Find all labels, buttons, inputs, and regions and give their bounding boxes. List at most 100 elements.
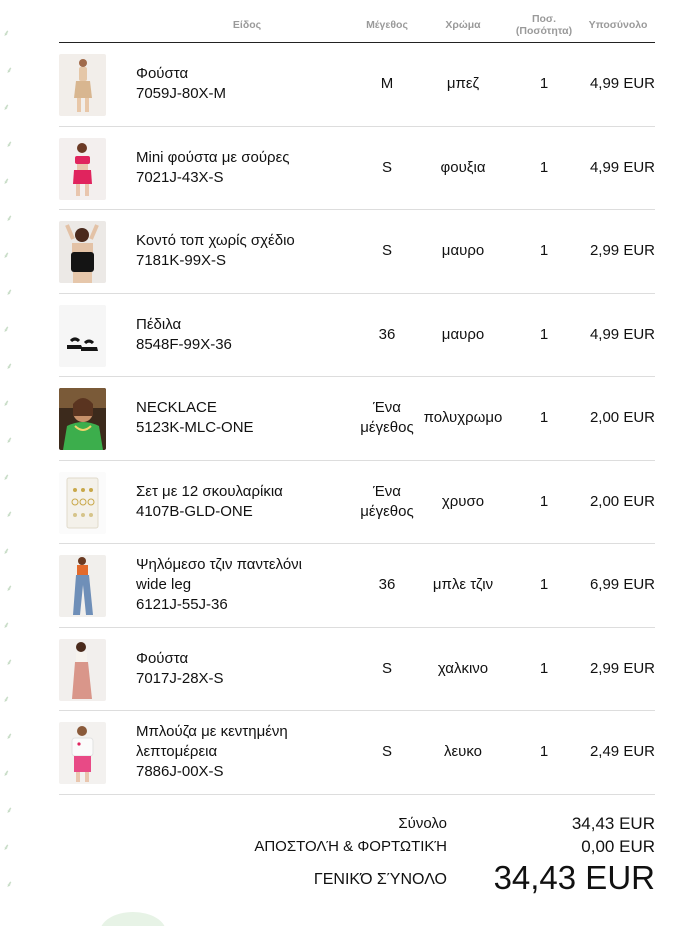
table-row: Μπλούζα με κεντημένη λεπτομέρεια 7886J-00X…	[59, 711, 655, 795]
wide-leg-jeans-photo[interactable]	[59, 555, 106, 617]
item-name-line: Κοντό τοπ χωρίς σχέδιο	[136, 232, 295, 250]
margin-leaf-icon: ⸙	[6, 509, 13, 519]
item-size: S	[349, 628, 425, 711]
item-color: μαυρο	[441, 242, 485, 260]
margin-leaf-icon: ⸙	[3, 250, 10, 260]
table-header: Είδος Μέγεθος Χρώμα Ποσ. (Ποσότητα) Υποσ…	[59, 8, 655, 43]
item-name-line: Σετ με 12 σκουλαρίκια	[136, 482, 283, 500]
grand-total-label: ΓΕΝΙΚΌ ΣΎΝΟΛΟ	[313, 871, 447, 888]
margin-leaf-icon: ⸙	[3, 620, 10, 630]
margin-leaf-icon: ⸙	[3, 842, 10, 852]
margin-leaf-icon: ⸙	[3, 472, 10, 482]
item-size-line: μέγεθος	[360, 502, 414, 520]
item-subtotal: 2,99 EUR	[589, 659, 655, 677]
item-name-line: Μπλούζα με κεντημένη	[136, 723, 288, 741]
item-sku: 7059J-80X-M	[136, 85, 227, 103]
margin-leaf-icon: ⸙	[6, 287, 13, 297]
table-row: Mini φούστα με σούρες 7021J-43X-S Sφουξια 1…	[59, 127, 655, 210]
margin-leaf-icon: ⸙	[3, 398, 10, 408]
margin-leaf-icon: ⸙	[6, 213, 13, 223]
item-sku: 5123K-MLC-ONE	[136, 419, 254, 437]
item-subtotal: 2,00 EUR	[589, 409, 655, 427]
header-quantity-full: (Ποσότητα)	[515, 25, 573, 37]
item-name-line: Mini φούστα με σούρες	[136, 148, 290, 166]
item-quantity: 1	[539, 158, 549, 176]
margin-leaf-icon: ⸙	[3, 324, 10, 334]
margin-leaf-icon: ⸙	[6, 583, 13, 593]
item-name-line: Φούστα	[136, 65, 189, 83]
item-size-line: S	[381, 659, 392, 677]
item-sku: 8548F-99X-36	[136, 335, 232, 353]
item-sku: 6121J-55J-36	[136, 596, 228, 614]
header-quantity: Ποσ. (Ποσότητα)	[507, 8, 581, 42]
black-sandals-photo[interactable]	[59, 304, 106, 367]
fuchsia-skirt-photo[interactable]	[59, 137, 106, 200]
item-name-line: Πέδιλα	[136, 315, 182, 333]
item-size-line: S	[381, 158, 392, 176]
item-subtotal: 4,99 EUR	[589, 75, 655, 93]
margin-leaf-icon: ⸙	[6, 879, 13, 889]
earrings-set-photo[interactable]	[59, 471, 106, 534]
item-sku: 7886J-00X-S	[136, 763, 224, 781]
header-quantity-abbr: Ποσ.	[531, 13, 557, 25]
sum-row: Σύνολο 34,43 EUR	[59, 812, 655, 835]
item-quantity: 1	[539, 75, 549, 93]
item-description: Πέδιλα 8548F-99X-36	[136, 294, 356, 377]
item-color: χρυσο	[441, 492, 485, 510]
item-subtotal: 2,00 EUR	[589, 492, 655, 510]
item-description: Μπλούζα με κεντημένη λεπτομέρεια 7886J-00X…	[136, 711, 356, 794]
item-size: M	[349, 43, 425, 126]
margin-leaf-icon: ⸙	[3, 102, 10, 112]
margin-leaf-icon: ⸙	[6, 139, 13, 149]
necklace-photo[interactable]	[59, 388, 106, 450]
item-color: χαλκινο	[437, 659, 489, 677]
left-margin-decoration: ⸙ ⸙ ⸙ ⸙ ⸙ ⸙ ⸙ ⸙ ⸙ ⸙ ⸙ ⸙ ⸙ ⸙ ⸙ ⸙ ⸙ ⸙ ⸙ ⸙ ⸙ ⸙ ⸙ ⸙	[0, 0, 24, 926]
item-description: Φούστα 7059J-80X-M	[136, 43, 356, 126]
item-size: S	[349, 127, 425, 210]
margin-leaf-icon: ⸙	[3, 768, 10, 778]
item-size-line: 36	[378, 325, 396, 343]
item-subtotal: 2,99 EUR	[589, 242, 655, 260]
item-color: μαυρο	[441, 325, 485, 343]
item-quantity: 1	[539, 576, 549, 594]
item-sku: 7181K-99X-S	[136, 252, 227, 270]
order-totals: Σύνολο 34,43 EUR ΑΠΟΣΤΟΛΉ & ΦΟΡΤΩΤΙΚΉ 0,…	[59, 812, 655, 902]
item-size-line: M	[380, 75, 394, 93]
item-size-line: Ένα	[373, 482, 401, 500]
item-size: S	[349, 210, 425, 293]
black-top-photo[interactable]	[59, 221, 106, 283]
margin-leaf-icon: ⸙	[3, 28, 10, 38]
margin-leaf-icon: ⸙	[6, 65, 13, 75]
order-items-table: Είδος Μέγεθος Χρώμα Ποσ. (Ποσότητα) Υποσ…	[59, 8, 655, 795]
item-name-line: Φούστα	[136, 649, 189, 667]
margin-leaf-icon: ⸙	[6, 805, 13, 815]
item-subtotal: 2,49 EUR	[589, 743, 655, 761]
sum-label: Σύνολο	[398, 815, 447, 832]
white-blouse-photo[interactable]	[59, 722, 106, 784]
item-color: φουξια	[440, 158, 486, 176]
margin-leaf-icon: ⸙	[3, 176, 10, 186]
item-subtotal: 4,99 EUR	[589, 158, 655, 176]
item-size-line: S	[381, 743, 392, 761]
copper-skirt-photo[interactable]	[59, 638, 106, 701]
table-row: Πέδιλα 8548F-99X-36 36 μαυρο 1 4,99 EUR	[59, 294, 655, 377]
item-name-line: NECKLACE	[136, 399, 217, 417]
item-quantity: 1	[539, 743, 549, 761]
item-sku: 7017J-28X-S	[136, 669, 224, 687]
item-quantity: 1	[539, 659, 549, 677]
item-sku: 7021J-43X-S	[136, 168, 224, 186]
item-description: Φούστα 7017J-28X-S	[136, 628, 356, 711]
table-row: Κοντό τοπ χωρίς σχέδιο 7181K-99X-S Sμαυρο 1…	[59, 210, 655, 294]
beige-skirt-photo[interactable]	[59, 54, 106, 116]
table-row: NECKLACE 5123K-MLC-ONE Ένα μέγεθος πολυχρωμο…	[59, 377, 655, 461]
header-color: Χρώμα	[445, 19, 481, 31]
item-size-line: S	[381, 242, 392, 260]
item-size-line: 36	[378, 576, 396, 594]
decorative-blob	[100, 912, 166, 926]
item-name-line: Ψηλόμεσο τζιν παντελόνι	[136, 556, 303, 574]
item-description: NECKLACE 5123K-MLC-ONE	[136, 377, 356, 460]
margin-leaf-icon: ⸙	[6, 731, 13, 741]
item-name-line: wide leg	[136, 576, 192, 594]
order-summary-page: ⸙ ⸙ ⸙ ⸙ ⸙ ⸙ ⸙ ⸙ ⸙ ⸙ ⸙ ⸙ ⸙ ⸙ ⸙ ⸙ ⸙ ⸙ ⸙ ⸙ ⸙ ⸙ ⸙ ⸙ Είδος Μέγεθος Χ…	[0, 0, 690, 926]
item-color: λευκο	[443, 743, 483, 761]
